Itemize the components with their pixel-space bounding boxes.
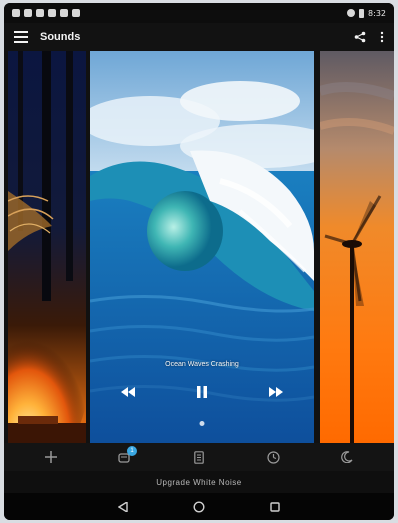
pause-button[interactable] — [192, 384, 212, 400]
notification-icon — [24, 9, 32, 17]
system-navigation-bar — [4, 493, 394, 520]
battery-icon — [359, 8, 365, 18]
mix-count-badge: 1 — [127, 446, 137, 456]
upgrade-label: Upgrade White Noise — [156, 477, 242, 487]
notification-icon — [60, 9, 68, 17]
moon-icon — [341, 451, 353, 463]
alarm-tab[interactable] — [259, 445, 287, 469]
system-icons: 8:32 — [347, 8, 386, 18]
device-frame: 8:32 Sounds Ocean Waves Crashing 1 Upgra… — [4, 3, 394, 520]
player-controls — [90, 384, 314, 400]
timer-tab[interactable] — [185, 445, 213, 469]
share-icon[interactable] — [354, 31, 366, 43]
alarm-icon — [266, 450, 280, 464]
notification-icon — [36, 9, 44, 17]
sound-card-campfire[interactable] — [8, 51, 86, 443]
back-button[interactable] — [113, 497, 133, 517]
status-bar: 8:32 — [4, 3, 394, 23]
notification-icon — [48, 9, 56, 17]
notification-icon — [12, 9, 20, 17]
back-icon — [118, 501, 128, 512]
bottom-tab-bar: 1 — [4, 443, 394, 471]
sound-card-wind-turbine[interactable] — [320, 51, 394, 443]
page-title: Sounds — [40, 31, 81, 43]
sound-card-ocean-waves[interactable]: Ocean Waves Crashing — [90, 51, 314, 443]
home-button[interactable] — [189, 497, 209, 517]
hamburger-menu-icon[interactable] — [14, 31, 28, 43]
recents-button[interactable] — [265, 497, 285, 517]
sound-carousel[interactable]: Ocean Waves Crashing — [4, 51, 394, 443]
notification-icon — [72, 9, 80, 17]
plus-icon — [45, 451, 57, 463]
notification-icons — [12, 9, 80, 17]
app-toolbar: Sounds — [4, 23, 394, 51]
rewind-button[interactable] — [118, 384, 138, 400]
upgrade-banner[interactable]: Upgrade White Noise — [4, 471, 394, 493]
fast-forward-button[interactable] — [266, 384, 286, 400]
sleep-tab[interactable] — [333, 445, 361, 469]
page-indicator-dot — [199, 421, 205, 426]
status-time: 8:32 — [368, 8, 386, 18]
recents-icon — [270, 501, 280, 512]
alarm-status-icon — [347, 9, 356, 17]
timer-icon — [194, 450, 204, 464]
now-playing-label: Ocean Waves Crashing — [165, 361, 239, 368]
home-icon — [193, 500, 205, 513]
add-sound-tab[interactable] — [37, 445, 65, 469]
more-options-icon[interactable] — [380, 31, 384, 43]
mix-tab[interactable]: 1 — [111, 445, 139, 469]
